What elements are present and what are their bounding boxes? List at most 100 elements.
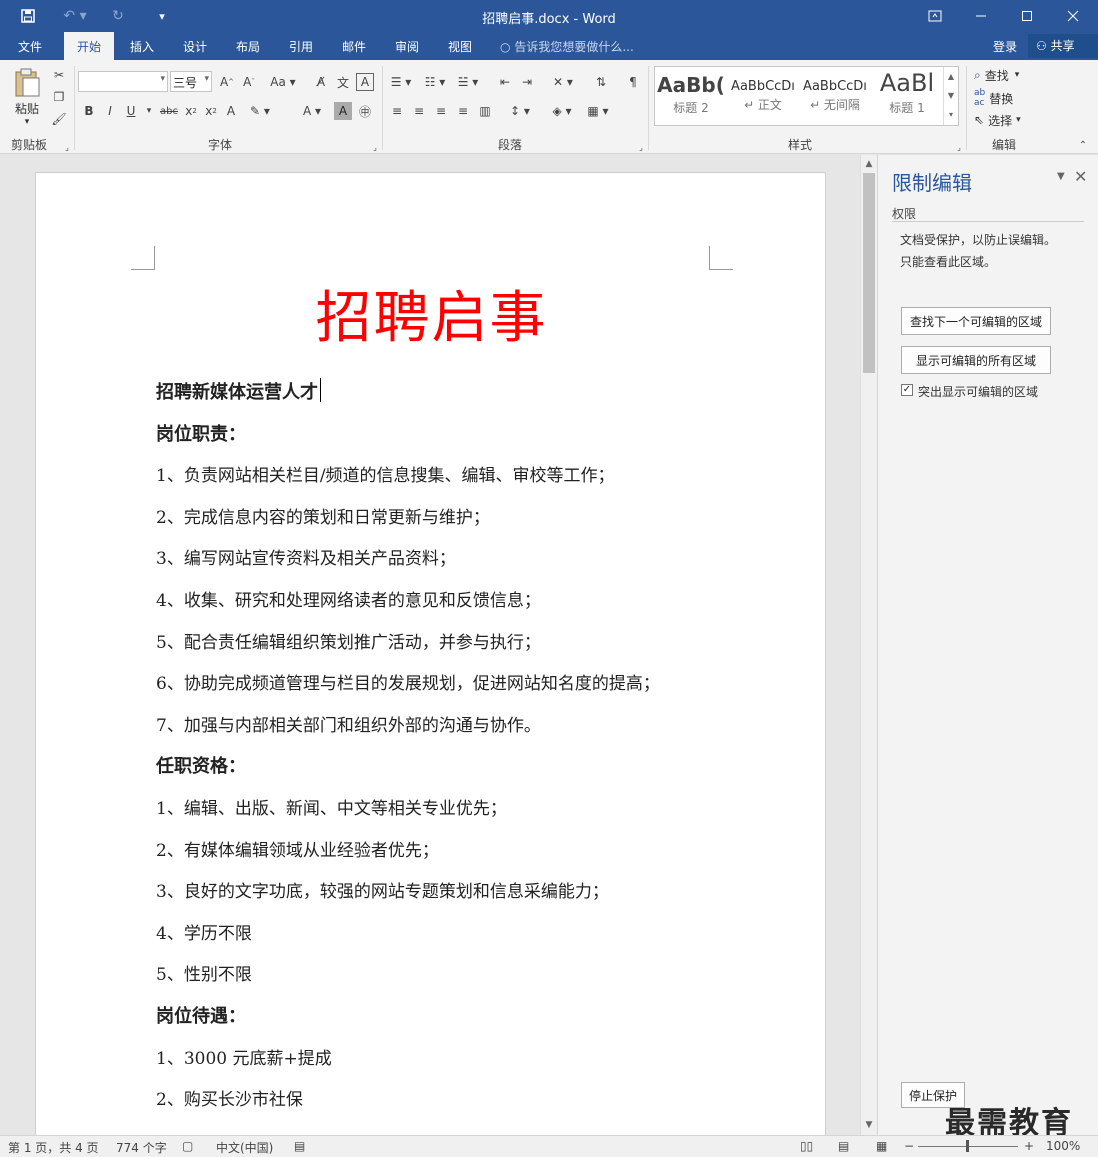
numbering-icon[interactable]: ☷ ▾	[422, 73, 448, 91]
web-layout-icon[interactable]: ▦	[876, 1139, 887, 1153]
char-shading-icon[interactable]: A	[334, 102, 352, 120]
font-name-box[interactable]: ▾	[78, 71, 168, 92]
multilevel-list-icon[interactable]: ☱ ▾	[455, 73, 481, 91]
paragraph-line: 1、负责网站相关栏目/频道的信息搜集、编辑、审校等工作；	[156, 466, 615, 486]
align-right-icon[interactable]: ≡	[432, 102, 450, 120]
font-color-icon[interactable]: A ▾	[298, 102, 326, 120]
paste-dropdown-icon[interactable]: ▾	[10, 116, 44, 128]
find-next-editable-button[interactable]: 查找下一个可编辑的区域	[901, 307, 1051, 335]
close-icon[interactable]: ✕	[1074, 167, 1087, 186]
maximize-icon[interactable]	[1004, 0, 1050, 32]
ribbon-display-icon[interactable]	[912, 0, 958, 32]
document-title: 招聘启事	[315, 286, 548, 351]
zoom-in-icon[interactable]: +	[1024, 1139, 1034, 1153]
cut-icon[interactable]: ✂	[50, 66, 68, 84]
text-effects-icon[interactable]: A	[222, 102, 240, 120]
decrease-indent-icon[interactable]: ⇤	[496, 73, 514, 91]
copy-icon[interactable]: ❐	[50, 88, 68, 106]
language[interactable]: 中文(中国)	[216, 1139, 273, 1156]
bold-icon[interactable]: B	[80, 102, 98, 120]
collapse-ribbon-icon[interactable]: ⌃	[1074, 136, 1092, 154]
pane-title: 限制编辑	[892, 171, 972, 195]
document-page[interactable]: 招聘启事 招聘新媒体运营人才 岗位职责： 1、负责网站相关栏目/频道的信息搜集、编辑…	[35, 172, 826, 1135]
change-case-icon[interactable]: Aa ▾	[270, 73, 296, 91]
vertical-scrollbar[interactable]: ▲ ▼	[860, 155, 877, 1135]
share-button[interactable]: ⚇ 共享	[1028, 34, 1098, 58]
distributed-icon[interactable]: ▥	[476, 102, 494, 120]
print-layout-icon[interactable]: ▤	[838, 1139, 849, 1153]
section-heading: 任职资格：	[156, 756, 246, 777]
paste-icon[interactable]	[10, 66, 44, 100]
subscript-icon[interactable]: x2	[182, 102, 200, 120]
select-button[interactable]: ⇖ 选择 ▾	[974, 111, 1021, 129]
show-all-editable-button[interactable]: 显示可编辑的所有区域	[901, 346, 1051, 374]
scroll-up-icon[interactable]: ▲	[861, 156, 877, 172]
phonetic-guide-icon[interactable]: 文	[334, 73, 352, 91]
page-count[interactable]: 第 1 页，共 4 页	[8, 1139, 99, 1156]
tab-mailings[interactable]: 邮件	[332, 32, 376, 60]
bullets-icon[interactable]: ☰ ▾	[388, 73, 414, 91]
tab-file[interactable]: 文件	[6, 32, 54, 60]
tab-home[interactable]: 开始	[64, 32, 114, 60]
sort-icon[interactable]: ⇅	[592, 73, 610, 91]
close-icon[interactable]	[1050, 0, 1096, 32]
borders-icon[interactable]: ▦ ▾	[584, 102, 612, 120]
clear-format-icon[interactable]: A̸	[312, 73, 330, 91]
italic-icon[interactable]: I	[101, 102, 119, 120]
lightbulb-icon: ○	[500, 40, 511, 54]
font-size-box[interactable]: 三号 ▾	[170, 71, 212, 92]
highlight-icon[interactable]: ✎ ▾	[246, 102, 274, 120]
section-heading: 岗位职责：	[156, 424, 246, 445]
macro-icon[interactable]: ▤	[294, 1139, 305, 1153]
font-group-label: 字体	[207, 138, 232, 152]
style-normal[interactable]: AaBbCcDı ↵ 正文	[729, 69, 797, 123]
scroll-thumb[interactable]	[863, 173, 875, 373]
format-painter-icon[interactable]: 🖌	[50, 110, 68, 128]
share-label: 共享	[1050, 39, 1075, 53]
grow-font-icon[interactable]: A ^	[218, 73, 236, 91]
paste-button[interactable]: 粘贴	[10, 100, 44, 116]
chinese-layout-icon[interactable]: ✕ ▾	[550, 73, 576, 91]
tab-view[interactable]: 视图	[438, 32, 482, 60]
underline-icon[interactable]: U	[122, 102, 140, 120]
highlight-checkbox[interactable]: ✓	[901, 384, 913, 396]
zoom-level[interactable]: 100%	[1046, 1139, 1080, 1153]
tab-design[interactable]: 设计	[173, 32, 217, 60]
proofing-icon[interactable]: ▢	[182, 1139, 193, 1153]
char-border-icon[interactable]: A	[356, 73, 374, 91]
shading-icon[interactable]: ◈ ▾	[548, 102, 576, 120]
shrink-font-icon[interactable]: Aˇ	[240, 73, 258, 91]
replace-button[interactable]: ab ac 替换	[974, 88, 1013, 108]
show-marks-icon[interactable]: ¶	[624, 73, 642, 91]
style-heading1[interactable]: AaBl 标题 1	[873, 69, 941, 123]
tab-layout[interactable]: 布局	[226, 32, 270, 60]
enclose-char-icon[interactable]: ㊥	[356, 102, 374, 120]
styles-scroll[interactable]: ▲ ▼ ▾	[943, 67, 958, 125]
superscript-icon[interactable]: x2	[202, 102, 220, 120]
tab-references[interactable]: 引用	[279, 32, 323, 60]
increase-indent-icon[interactable]: ⇥	[518, 73, 536, 91]
style-heading2[interactable]: AaBb( 标题 2	[657, 69, 725, 123]
style-no-spacing[interactable]: AaBbCcDı ↵ 无间隔	[801, 69, 869, 123]
document-area: 招聘启事 招聘新媒体运营人才 岗位职责： 1、负责网站相关栏目/频道的信息搜集、编辑…	[0, 155, 860, 1135]
read-mode-icon[interactable]: ▯▯	[800, 1139, 813, 1153]
justify-icon[interactable]: ≡	[454, 102, 472, 120]
word-count[interactable]: 774 个字	[116, 1139, 167, 1156]
line-spacing-icon[interactable]: ↕ ▾	[506, 102, 534, 120]
login-link[interactable]: 登录	[993, 38, 1017, 55]
align-left-icon[interactable]: ≡	[388, 102, 406, 120]
strikethrough-icon[interactable]: abc	[158, 102, 180, 120]
scroll-down-icon[interactable]: ▼	[861, 1117, 877, 1133]
find-button[interactable]: ⌕ 查找 ▾	[974, 66, 1019, 84]
chevron-down-icon[interactable]: ▾	[140, 102, 158, 120]
tab-review[interactable]: 审阅	[385, 32, 429, 60]
pane-options-icon[interactable]: ▼	[1057, 171, 1065, 182]
zoom-slider-thumb[interactable]	[966, 1140, 969, 1152]
zoom-out-icon[interactable]: −	[904, 1139, 914, 1153]
tell-me-search[interactable]: ○ 告诉我您想要做什么...	[500, 38, 634, 55]
group-divider	[74, 66, 75, 150]
tab-insert[interactable]: 插入	[120, 32, 164, 60]
paragraph-line: 3、编写网站宣传资料及相关产品资料；	[156, 549, 456, 569]
minimize-icon[interactable]	[958, 0, 1004, 32]
align-center-icon[interactable]: ≡	[410, 102, 428, 120]
